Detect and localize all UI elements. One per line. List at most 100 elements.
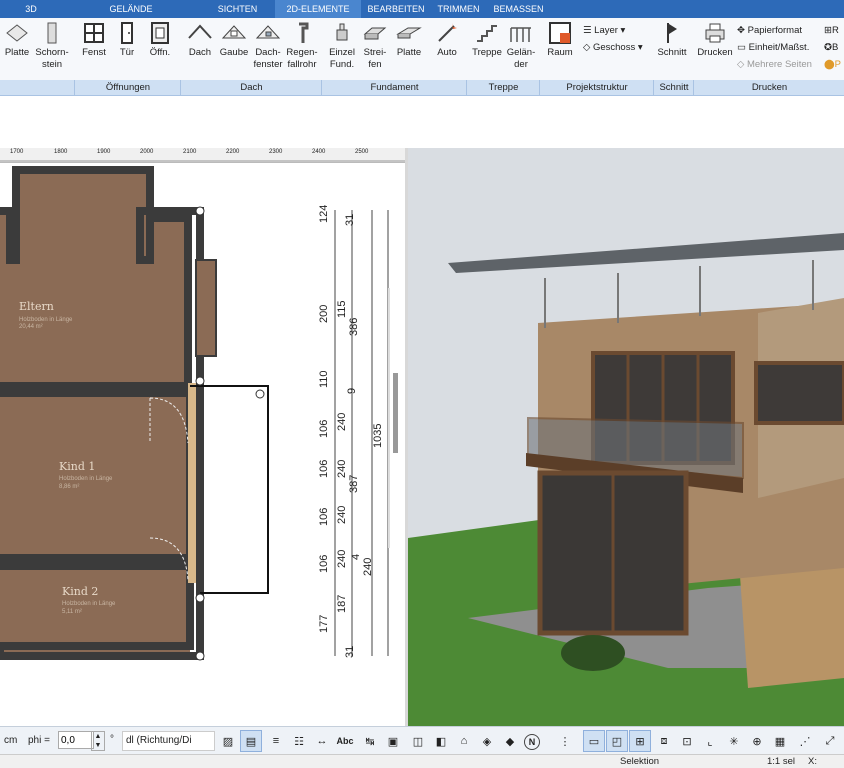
frame-icon[interactable]: ▣ bbox=[383, 731, 403, 751]
view-2d-icon[interactable]: ▭ bbox=[583, 730, 605, 752]
view-3d-icon[interactable]: ⧈ bbox=[654, 731, 674, 751]
vertical-scrollbar[interactable] bbox=[393, 373, 398, 453]
render-icon[interactable]: ⊡ bbox=[677, 731, 697, 751]
fill-icon[interactable]: ▤ bbox=[240, 730, 262, 752]
handle-point[interactable] bbox=[195, 206, 205, 216]
north-arrow-button[interactable]: N bbox=[524, 734, 540, 750]
snap-point-icon[interactable]: ✳ bbox=[724, 731, 744, 751]
view-split-icon[interactable]: ◰ bbox=[606, 730, 628, 752]
layer-label: Layer bbox=[594, 25, 618, 36]
schnitt-button[interactable]: Schnitt bbox=[656, 20, 688, 59]
print-options-overflow: ⊞R ✪B ⬤P bbox=[824, 22, 841, 73]
phi-input[interactable] bbox=[58, 731, 94, 749]
streifenfundament-button[interactable]: Strei- fen bbox=[361, 20, 389, 71]
overflow-icon-3[interactable]: ⬤P bbox=[824, 56, 841, 73]
dim-240d: 240 bbox=[336, 549, 348, 568]
tab-bearbeiten[interactable]: BEARBEITEN bbox=[361, 0, 431, 18]
layers-icon[interactable]: ◈ bbox=[477, 731, 497, 751]
view-grid-icon[interactable]: ⊞ bbox=[629, 730, 651, 752]
roof-view-icon[interactable]: ⌂ bbox=[454, 731, 474, 751]
room-sub-kind1: Holzboden in Länge bbox=[59, 476, 113, 482]
group-oeffnungen: Öffnungen bbox=[74, 80, 181, 95]
room-area-eltern: 20,44 m² bbox=[19, 324, 43, 330]
treppe-label: Treppe bbox=[472, 47, 502, 58]
ruler-label: 2400 bbox=[312, 149, 326, 155]
line-weight-icon[interactable]: ≡ bbox=[266, 731, 286, 751]
gelaender-label: Gelän- der bbox=[506, 47, 536, 70]
regenfallrohr-button[interactable]: Regen- fallrohr bbox=[285, 20, 319, 71]
treppe-button[interactable]: Treppe bbox=[471, 20, 503, 59]
opening-icon bbox=[151, 22, 169, 44]
wall-opening bbox=[188, 383, 196, 583]
layer-dropdown[interactable]: ☰ Layer ▾ bbox=[583, 22, 643, 39]
tab-gelaende[interactable]: GELÄNDE bbox=[62, 0, 200, 18]
oeffnung-button[interactable]: Öffn. bbox=[146, 20, 174, 59]
fundamentplatte-button[interactable]: Platte bbox=[394, 20, 424, 59]
einzelfundament-button[interactable]: Einzel Fund. bbox=[327, 20, 357, 71]
snap-end-icon[interactable]: ⋰ bbox=[795, 731, 815, 751]
regenfallrohr-label: Regen- fallrohr bbox=[286, 47, 318, 70]
tab-bemassen[interactable]: BEMASSEN bbox=[486, 0, 551, 18]
platte-button[interactable]: Platte bbox=[3, 20, 31, 59]
gaube-label: Gaube bbox=[219, 47, 249, 58]
corner-icon[interactable]: ⌞ bbox=[700, 731, 720, 751]
auto-button[interactable]: Auto bbox=[433, 20, 461, 59]
stairs-icon bbox=[477, 25, 497, 42]
strip-foundation-icon bbox=[363, 27, 387, 40]
tab-2d-elemente[interactable]: 2D-ELEMENTE bbox=[275, 0, 361, 18]
select-frame-icon[interactable]: ◫ bbox=[408, 731, 428, 751]
3d-view[interactable] bbox=[408, 148, 844, 726]
grid-snap-icon[interactable]: ▦ bbox=[770, 731, 790, 751]
geschoss-dropdown[interactable]: ◇ Geschoss ▾ bbox=[583, 39, 643, 56]
einheit-button[interactable]: ▭ Einheit/Maßst. bbox=[737, 39, 812, 56]
handle-point[interactable] bbox=[195, 651, 205, 661]
fullscreen-icon[interactable]: ⤢ bbox=[820, 731, 840, 751]
text-style-button[interactable]: Abc bbox=[335, 731, 355, 751]
handle-point[interactable] bbox=[255, 389, 265, 399]
floor-plan-view[interactable]: Eltern Holzboden in Länge 20,44 m² Kind … bbox=[0, 148, 405, 708]
hatch-icon[interactable]: ▨ bbox=[218, 731, 238, 751]
snap-center-icon[interactable]: ⊕ bbox=[747, 731, 767, 751]
dach-button[interactable]: Dach bbox=[186, 20, 214, 59]
handle-point[interactable] bbox=[195, 376, 205, 386]
mehrere-seiten-button[interactable]: ◇ Mehrere Seiten bbox=[737, 56, 812, 73]
ruler-label: 1900 bbox=[97, 149, 111, 155]
group-projektstruktur: Projektstruktur bbox=[539, 80, 654, 95]
dimension-style-icon[interactable]: ↔ bbox=[312, 731, 332, 751]
room-label-eltern: Eltern bbox=[19, 300, 54, 313]
slab-icon bbox=[6, 24, 28, 42]
tuer-button[interactable]: Tür bbox=[116, 20, 138, 59]
more-icon[interactable]: ⋮ bbox=[555, 731, 575, 751]
drucken-button[interactable]: Drucken bbox=[697, 20, 733, 59]
handle-point[interactable] bbox=[195, 593, 205, 603]
fenster-button[interactable]: Fenst bbox=[80, 20, 108, 59]
tab-trimmen[interactable]: TRIMMEN bbox=[431, 0, 486, 18]
papierformat-button[interactable]: ✥ Papierformat bbox=[737, 22, 812, 39]
gelaender-button[interactable]: Gelän- der bbox=[505, 20, 537, 71]
schornstein-button[interactable]: Schorn- stein bbox=[33, 20, 71, 71]
line-style-icon[interactable]: ☷ bbox=[289, 731, 309, 751]
overflow-icon-2[interactable]: ✪B bbox=[824, 39, 841, 56]
floor-balcony bbox=[18, 170, 148, 215]
plane-icon[interactable]: ◆ bbox=[500, 731, 520, 751]
ribbon-group-bar: Öffnungen Dach Fundament Treppe Projekts… bbox=[0, 80, 844, 96]
phi-stepper[interactable]: ▲ ▼ bbox=[91, 731, 105, 751]
dach-label: Dach bbox=[188, 47, 212, 58]
paint-icon[interactable]: ◧ bbox=[431, 731, 451, 751]
raum-button[interactable]: Raum bbox=[546, 20, 574, 59]
chimney-icon bbox=[47, 22, 57, 44]
schnitt-label: Schnitt bbox=[657, 47, 687, 58]
tab-3d[interactable]: 3D bbox=[0, 0, 62, 18]
window-right bbox=[195, 259, 217, 357]
dim-124: 124 bbox=[318, 204, 330, 223]
mehrere-seiten-label: Mehrere Seiten bbox=[746, 59, 812, 70]
einheit-label: Einheit/Maßst. bbox=[748, 42, 810, 53]
ruler-label: 2300 bbox=[269, 149, 283, 155]
status-mode: Selektion bbox=[620, 756, 660, 767]
gaube-button[interactable]: Gaube bbox=[219, 20, 249, 59]
dachfenster-button[interactable]: Dach- fenster bbox=[252, 20, 284, 71]
dimension-text-icon[interactable]: ↹ bbox=[360, 731, 380, 751]
overflow-icon-1[interactable]: ⊞R bbox=[824, 22, 841, 39]
direction-select[interactable]: dl (Richtung/Di bbox=[122, 731, 215, 751]
tab-sichten[interactable]: SICHTEN bbox=[200, 0, 275, 18]
